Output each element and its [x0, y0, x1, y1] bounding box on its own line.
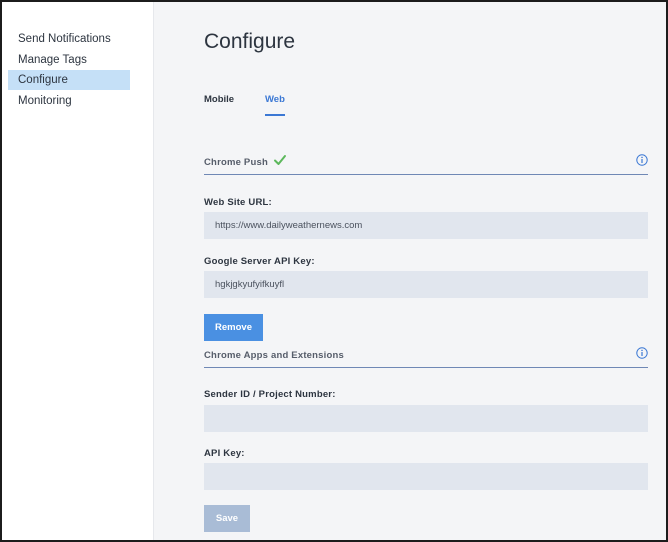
info-icon[interactable]	[636, 347, 648, 359]
sidebar-item-configure[interactable]: Configure	[8, 70, 130, 90]
google-api-key-input[interactable]	[204, 271, 648, 298]
page-title: Configure	[204, 30, 296, 53]
check-icon	[274, 155, 286, 165]
api-key-label: API Key:	[204, 448, 245, 459]
chrome-push-title: Chrome Push	[204, 157, 268, 168]
sidebar: Send Notifications Manage Tags Configure…	[2, 2, 154, 540]
sidebar-item-send-notifications[interactable]: Send Notifications	[8, 29, 130, 49]
google-api-key-label: Google Server API Key:	[204, 256, 315, 267]
remove-button[interactable]: Remove	[204, 314, 263, 341]
website-url-label: Web Site URL:	[204, 197, 272, 208]
sender-id-label: Sender ID / Project Number:	[204, 389, 336, 400]
api-key-input[interactable]	[204, 463, 648, 490]
app-window: Send Notifications Manage Tags Configure…	[0, 0, 668, 542]
chrome-apps-section-header: Chrome Apps and Extensions	[204, 347, 648, 368]
website-url-input[interactable]	[204, 212, 648, 239]
sidebar-item-monitoring[interactable]: Monitoring	[8, 91, 130, 111]
save-button[interactable]: Save	[204, 505, 250, 532]
sender-id-input[interactable]	[204, 405, 648, 432]
sidebar-item-manage-tags[interactable]: Manage Tags	[8, 50, 130, 70]
main-content: Configure Mobile Web Chrome Push Web Sit…	[154, 2, 666, 540]
chrome-push-section-header: Chrome Push	[204, 154, 648, 175]
chrome-apps-title: Chrome Apps and Extensions	[204, 350, 344, 361]
tab-web[interactable]: Web	[265, 94, 285, 116]
info-icon[interactable]	[636, 154, 648, 166]
tab-mobile[interactable]: Mobile	[204, 94, 234, 114]
